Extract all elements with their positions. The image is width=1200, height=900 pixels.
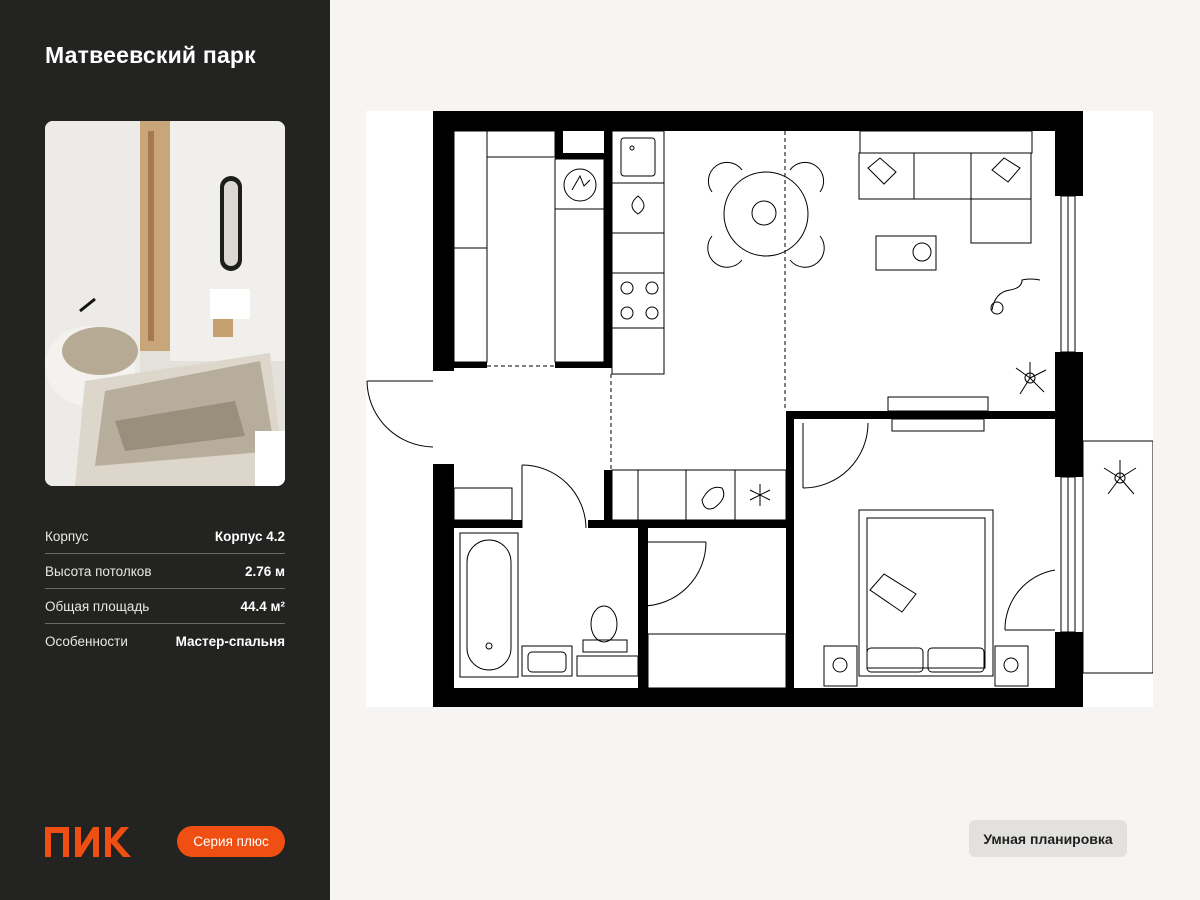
project-title: Матвеевский парк	[45, 42, 256, 68]
spec-row-total-area: Общая площадь 44.4 м²	[45, 589, 285, 624]
pik-logo-graphic	[45, 827, 131, 857]
cooktop-icon	[620, 281, 659, 320]
sofa-icon	[858, 130, 1033, 244]
spec-value: Мастер-спальня	[175, 634, 285, 649]
plant-icon	[1015, 362, 1047, 395]
sink-icon	[521, 645, 573, 677]
series-badge-button[interactable]: Серия плюс	[177, 826, 285, 857]
sink-icon	[620, 137, 656, 177]
spec-label: Особенности	[45, 634, 128, 649]
cat-icon	[990, 278, 1041, 315]
nightstand-icon	[823, 645, 1029, 687]
drop-icon	[631, 195, 645, 215]
toilet-icon	[582, 605, 628, 653]
thin-lines	[366, 130, 1154, 689]
spec-row-ceiling-height: Высота потолков 2.76 м	[45, 554, 285, 589]
plant-icon	[1103, 460, 1137, 495]
bed-icon	[858, 509, 994, 677]
interior-photo	[45, 121, 285, 486]
floor-plan-drawing	[366, 111, 1154, 707]
spec-value: 2.76 м	[244, 563, 285, 579]
bathtub-icon	[459, 532, 519, 678]
smart-layout-badge: Умная планировка	[969, 820, 1127, 857]
dining-table-icon	[707, 161, 825, 268]
spec-row-features: Особенности Мастер-спальня	[45, 624, 285, 659]
spec-value: Корпус 4.2	[214, 528, 285, 544]
coffee-table-icon	[875, 235, 937, 271]
sidebar: Матвеевский парк Корпус Корпус 4.2 Высот…	[0, 0, 330, 900]
spec-label: Высота потолков	[45, 563, 152, 579]
floor-plan	[366, 111, 1154, 707]
spec-label: Общая площадь	[45, 598, 150, 614]
spec-row-building: Корпус Корпус 4.2	[45, 519, 285, 554]
spec-label: Корпус	[45, 528, 89, 544]
pik-logo	[45, 827, 131, 857]
bathroom-fixtures	[459, 532, 639, 678]
washing-machine-icon	[563, 168, 597, 202]
specs-list: Корпус Корпус 4.2 Высота потолков 2.76 м…	[45, 519, 285, 659]
spec-value: 44.4 м²	[240, 598, 285, 614]
hallway-appliance-icons	[701, 484, 771, 510]
